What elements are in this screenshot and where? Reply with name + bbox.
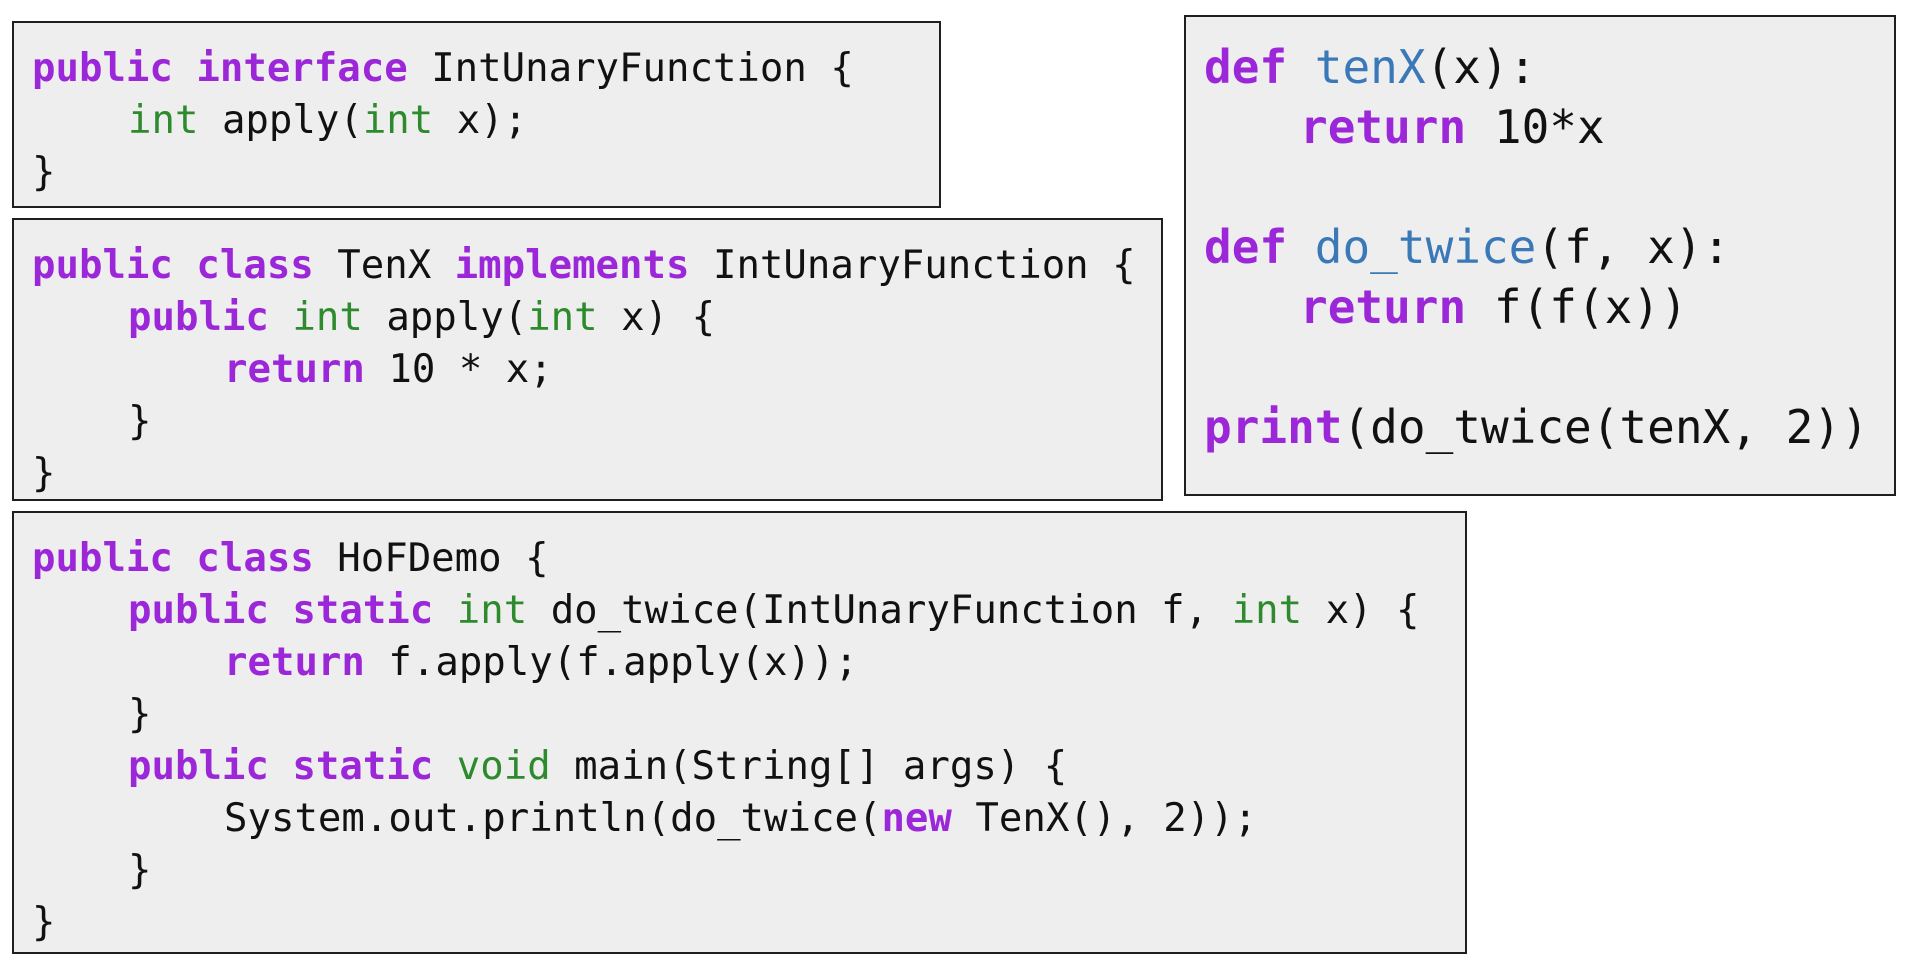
- code-line: }: [32, 897, 1465, 949]
- type-token: int: [456, 588, 528, 633]
- code-text: x) {: [1325, 588, 1420, 633]
- code-line: }: [32, 396, 1161, 448]
- type-token: int: [128, 98, 199, 143]
- keyword: return: [1300, 100, 1467, 154]
- code-text: f.apply(f.apply(x));: [388, 640, 858, 685]
- code-text: TenX: [337, 243, 432, 288]
- type-token: int: [1231, 588, 1303, 633]
- code-line: }: [32, 689, 1465, 741]
- code-text: (f, x):: [1536, 220, 1731, 274]
- keyword: public: [128, 588, 269, 633]
- code-line: }: [32, 448, 1161, 500]
- keyword: implements: [454, 243, 690, 288]
- keyword: static: [292, 588, 434, 633]
- code-line: public static int do_twice(IntUnaryFunct…: [32, 585, 1465, 637]
- python-code-block: def tenX(x): return 10*x def do_twice(f,…: [1184, 15, 1896, 496]
- keyword: def: [1204, 220, 1288, 274]
- type-token: int: [527, 295, 598, 340]
- keyword: class: [196, 536, 314, 581]
- code-text: apply(: [386, 295, 528, 340]
- interface-code-block: public interface IntUnaryFunction { int …: [12, 21, 941, 208]
- keyword: def: [1204, 40, 1288, 94]
- code-text: IntUnaryFunction {: [431, 46, 854, 91]
- function-name: do_twice: [1314, 220, 1537, 274]
- keyword: new: [881, 796, 952, 841]
- code-text: do_twice(IntUnaryFunction f,: [550, 588, 1209, 633]
- code-line: return 10*x: [1204, 97, 1894, 157]
- code-text: HoFDemo {: [337, 536, 549, 581]
- code-text: System.out.println(do_twice(: [224, 796, 882, 841]
- code-text: (do_twice(tenX, 2)): [1342, 400, 1869, 454]
- code-text: }: [128, 399, 152, 444]
- code-text: x) {: [621, 295, 716, 340]
- code-line: public interface IntUnaryFunction {: [32, 43, 939, 95]
- code-line: }: [32, 147, 939, 199]
- code-text: }: [128, 848, 152, 893]
- code-text: IntUnaryFunction {: [712, 243, 1136, 288]
- code-text: }: [32, 150, 56, 195]
- code-line: public static void main(String[] args) {: [32, 741, 1465, 793]
- tenx-class-code-block: public class TenX implements IntUnaryFun…: [12, 218, 1163, 501]
- code-line: def tenX(x):: [1204, 37, 1894, 97]
- code-text: x);: [456, 98, 528, 143]
- code-line: return 10 * x;: [32, 344, 1161, 396]
- code-line: public class TenX implements IntUnaryFun…: [32, 240, 1161, 292]
- code-line: def do_twice(f, x):: [1204, 217, 1894, 277]
- code-text: }: [128, 692, 152, 737]
- code-text: 10*x: [1493, 100, 1605, 154]
- type-token: void: [456, 744, 551, 789]
- type-token: int: [292, 295, 363, 340]
- keyword: class: [196, 243, 314, 288]
- code-text: main(String[] args) {: [574, 744, 1068, 789]
- code-line: return f(f(x)): [1204, 277, 1894, 337]
- keyword: interface: [196, 46, 408, 91]
- code-text: }: [32, 451, 56, 496]
- keyword: public: [32, 536, 173, 581]
- keyword: public: [128, 295, 269, 340]
- keyword: public: [128, 744, 269, 789]
- code-text: apply(: [221, 98, 363, 143]
- hofdemo-class-code-block: public class HoFDemo { public static int…: [12, 511, 1467, 954]
- type-token: int: [362, 98, 434, 143]
- keyword: return: [1300, 280, 1467, 334]
- keyword: return: [224, 347, 365, 392]
- code-line: return f.apply(f.apply(x));: [32, 637, 1465, 689]
- keyword: public: [32, 243, 173, 288]
- keyword: static: [292, 744, 434, 789]
- code-text: 10 * x;: [388, 347, 553, 392]
- code-line: public int apply(int x) {: [32, 292, 1161, 344]
- code-line: System.out.println(do_twice(new TenX(), …: [32, 793, 1465, 845]
- code-line: }: [32, 845, 1465, 897]
- keyword: public: [32, 46, 173, 91]
- code-text: f(f(x)): [1493, 280, 1688, 334]
- code-text: (x):: [1425, 40, 1537, 94]
- code-line: public class HoFDemo {: [32, 533, 1465, 585]
- keyword: print: [1204, 400, 1343, 454]
- code-text: TenX(), 2));: [975, 796, 1258, 841]
- keyword: return: [224, 640, 365, 685]
- code-line: print(do_twice(tenX, 2)): [1204, 397, 1894, 457]
- code-line: int apply(int x);: [32, 95, 939, 147]
- code-text: }: [32, 900, 56, 945]
- function-name: tenX: [1314, 40, 1426, 94]
